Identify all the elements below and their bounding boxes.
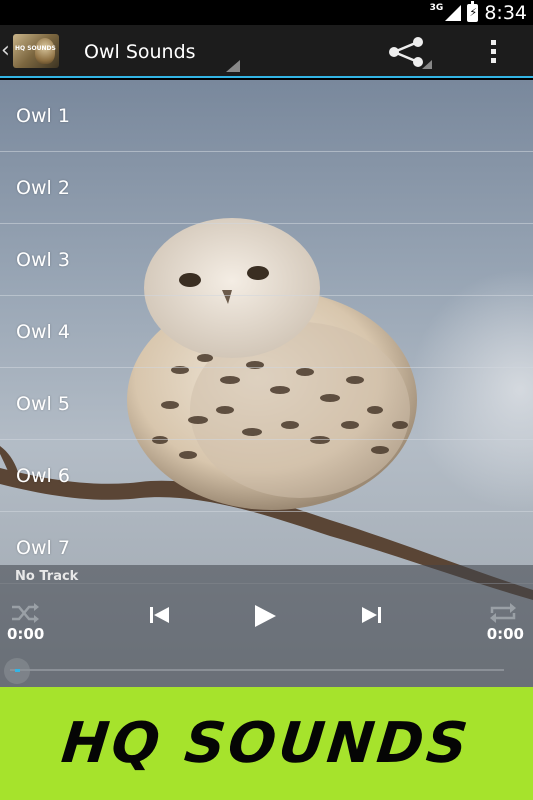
seek-track <box>10 669 504 671</box>
media-player-panel: No Track 0:00 0:00 <box>0 565 533 687</box>
signal-icon <box>445 4 462 21</box>
list-item[interactable]: Owl 5 <box>0 368 533 440</box>
page-title[interactable]: Owl Sounds <box>84 41 196 63</box>
seek-thumb[interactable] <box>4 658 30 684</box>
share-dropdown-indicator-icon <box>422 60 432 69</box>
list-item[interactable]: Owl 3 <box>0 224 533 296</box>
track-label: Owl 1 <box>16 104 70 127</box>
seek-bar[interactable] <box>4 658 504 684</box>
list-item[interactable]: Owl 4 <box>0 296 533 368</box>
list-item[interactable]: Owl 6 <box>0 440 533 512</box>
track-list: Owl 1 Owl 2 Owl 3 Owl 4 Owl 5 Owl 6 Owl … <box>0 80 533 584</box>
track-label: Owl 4 <box>16 320 70 343</box>
repeat-icon[interactable] <box>488 601 518 625</box>
track-label: Owl 5 <box>16 392 70 415</box>
battery-icon: ⚡ <box>467 0 479 22</box>
track-label: Owl 7 <box>16 536 70 559</box>
clock: 8:34 <box>484 1 527 24</box>
logo-text: HQ SOUNDS <box>15 45 56 52</box>
previous-icon[interactable] <box>149 606 171 624</box>
up-caret-icon[interactable]: ‹ <box>1 40 10 62</box>
track-label: Owl 2 <box>16 176 70 199</box>
list-item[interactable]: Owl 2 <box>0 152 533 224</box>
elapsed-time: 0:00 <box>7 625 45 643</box>
status-bar: 3G ⚡ 8:34 <box>0 0 533 25</box>
list-item[interactable]: Owl 1 <box>0 80 533 152</box>
current-track-label: No Track <box>15 569 79 584</box>
total-duration: 0:00 <box>486 625 524 643</box>
next-icon[interactable] <box>360 606 382 624</box>
app-logo[interactable]: HQ SOUNDS <box>13 34 59 68</box>
shuffle-icon[interactable] <box>10 601 40 625</box>
overflow-menu-icon[interactable] <box>486 40 500 64</box>
banner-text: HQ SOUNDS <box>59 711 474 776</box>
action-bar: ‹ HQ SOUNDS Owl Sounds <box>0 25 533 78</box>
network-type: 3G <box>429 2 444 13</box>
dropdown-indicator-icon <box>226 60 240 72</box>
hq-sounds-banner[interactable]: HQ SOUNDS <box>0 687 533 800</box>
track-label: Owl 3 <box>16 248 70 271</box>
play-icon[interactable] <box>253 604 277 628</box>
track-label: Owl 6 <box>16 464 70 487</box>
